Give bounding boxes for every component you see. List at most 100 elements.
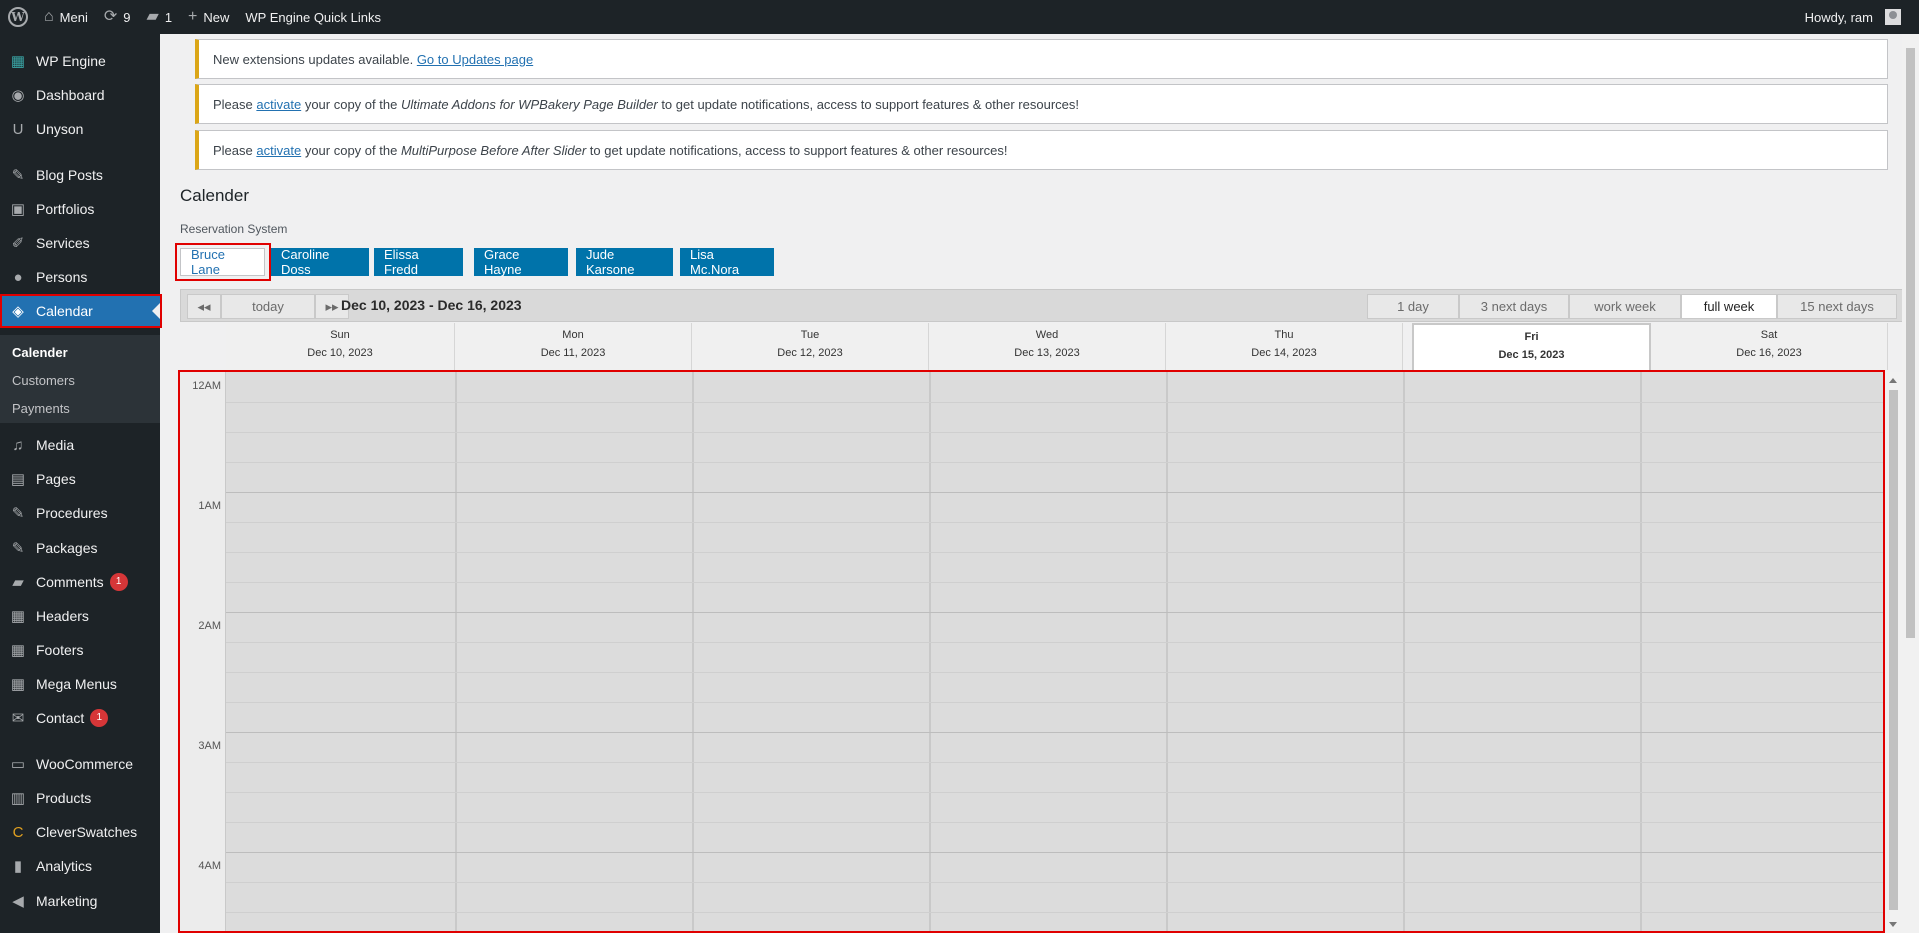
hour-label: 12AM <box>192 380 221 392</box>
day-name: Thu <box>1274 329 1294 341</box>
notice-text: to get update notifications, access to s… <box>661 96 1079 112</box>
day-divider <box>455 372 457 933</box>
view-15-next-days-button[interactable]: 15 next days <box>1777 294 1897 319</box>
wordpress-logo-icon: W <box>8 7 28 27</box>
submenu-item-payments[interactable]: Payments <box>12 401 70 416</box>
pin-icon: ✎ <box>11 167 25 184</box>
slot-line <box>226 462 1899 463</box>
menu-label: Calendar <box>36 303 93 319</box>
menu-item-footers[interactable]: ▦ Footers <box>0 633 160 667</box>
notice-text: New extensions updates available. <box>213 51 414 67</box>
menu-item-pages[interactable]: ▤ Pages <box>0 462 160 496</box>
prev-week-button[interactable]: ◂◂ <box>187 294 221 319</box>
person-button-grace-hayne[interactable]: Grace Hayne <box>474 247 568 277</box>
menu-item-dashboard[interactable]: ◉ Dashboard <box>0 78 160 112</box>
day-name: Sat <box>1760 329 1778 341</box>
menu-item-unyson[interactable]: U Unyson <box>0 112 160 146</box>
activate-link[interactable]: activate <box>256 143 301 158</box>
menu-item-cleverswatches[interactable]: C CleverSwatches <box>0 815 160 849</box>
menu-label: Pages <box>36 471 76 487</box>
comments-link[interactable]: ▰ 1 <box>139 0 181 34</box>
day-header-sat: Sat Dec 16, 2023 <box>1651 323 1888 370</box>
menu-item-persons[interactable]: ● Persons <box>0 260 160 294</box>
grid-icon: ▦ <box>10 608 26 625</box>
contact-badge: 1 <box>90 709 109 727</box>
menu-item-media[interactable]: ♫ Media <box>0 428 160 462</box>
archive-icon: ▥ <box>10 790 26 807</box>
slot-line <box>226 912 1899 913</box>
menu-item-contact[interactable]: ✉ Contact 1 <box>0 701 160 735</box>
updates-link[interactable]: ⟳ 9 <box>96 0 139 34</box>
swatch-icon: C <box>12 823 24 841</box>
menu-item-comments[interactable]: ▰ Comments 1 <box>0 565 160 599</box>
person-button-lisa-mc-nora[interactable]: Lisa Mc.Nora <box>680 247 774 277</box>
my-account-link[interactable]: Howdy, ram <box>1797 0 1919 34</box>
menu-item-calendar[interactable]: ◈ Calendar <box>0 294 160 328</box>
view-1-day-button[interactable]: 1 day <box>1367 294 1459 319</box>
calendar-time-grid[interactable]: 12AM 1AM 2AM 3AM 4AM <box>180 372 1903 933</box>
scroll-thumb[interactable] <box>1889 390 1898 910</box>
menu-item-marketing[interactable]: ◀ Marketing <box>0 884 160 918</box>
menu-item-woocommerce[interactable]: ▭ WooCommerce <box>0 747 160 781</box>
menu-item-mega-menus[interactable]: ▦ Mega Menus <box>0 667 160 701</box>
hour-line <box>226 612 1899 613</box>
submenu-item-calender[interactable]: Calender <box>12 345 68 360</box>
menu-item-procedures[interactable]: ✎ Procedures <box>0 496 160 530</box>
person-button-bruce-lane[interactable]: Bruce Lane <box>180 247 265 277</box>
menu-item-packages[interactable]: ✎ Packages <box>0 531 160 565</box>
menu-item-wp-engine[interactable]: ▦ WP Engine <box>0 44 160 78</box>
notice-text: to get update notifications, access to s… <box>589 142 1008 158</box>
scroll-down-icon[interactable] <box>1889 922 1897 927</box>
date-range-title: Dec 10, 2023 - Dec 16, 2023 <box>341 297 522 313</box>
scroll-up-icon[interactable] <box>1889 378 1897 383</box>
today-button[interactable]: today <box>221 294 315 319</box>
person-button-elissa-fredd[interactable]: Elissa Fredd <box>374 247 463 277</box>
menu-label: Comments <box>36 574 104 590</box>
tag-icon: ◈ <box>12 303 24 320</box>
go-to-updates-link[interactable]: Go to Updates page <box>417 52 533 67</box>
view-full-week-button[interactable]: full week <box>1681 294 1777 319</box>
portfolio-icon: ▣ <box>10 201 26 218</box>
day-divider <box>1403 372 1405 933</box>
day-header-wed: Wed Dec 13, 2023 <box>929 323 1166 370</box>
page-scroll-thumb[interactable] <box>1906 48 1915 638</box>
menu-label: Portfolios <box>36 201 95 217</box>
time-column: 12AM 1AM 2AM 3AM 4AM <box>180 372 226 933</box>
calendar-toolbar: ◂◂ today ▸▸ Dec 10, 2023 - Dec 16, 2023 … <box>180 289 1903 322</box>
comments-count: 1 <box>164 9 173 25</box>
view-work-week-button[interactable]: work week <box>1569 294 1681 319</box>
quick-links-link[interactable]: WP Engine Quick Links <box>237 0 389 34</box>
submenu-item-customers[interactable]: Customers <box>12 373 75 388</box>
slot-line <box>226 792 1899 793</box>
person-button-caroline-doss[interactable]: Caroline Doss <box>271 247 369 277</box>
menu-item-blog-posts[interactable]: ✎ Blog Posts <box>0 158 160 192</box>
notice-text: Please <box>213 96 253 112</box>
page-scrollbar[interactable] <box>1902 34 1919 933</box>
wordpress-logo-button[interactable]: W <box>0 0 36 34</box>
menu-item-analytics[interactable]: ▮ Analytics <box>0 849 160 883</box>
day-date: Dec 11, 2023 <box>540 347 606 359</box>
menu-label: Analytics <box>36 858 93 874</box>
calendar-scrollbar[interactable] <box>1885 372 1902 933</box>
hour-label: 2AM <box>198 620 221 632</box>
notice-text: Please <box>213 142 253 158</box>
activate-link[interactable]: activate <box>256 97 301 112</box>
site-name-link[interactable]: ⌂ Meni <box>36 0 96 34</box>
menu-item-products[interactable]: ▥ Products <box>0 781 160 815</box>
menu-label: Packages <box>36 540 98 556</box>
pages-icon: ▤ <box>10 471 26 488</box>
menu-item-headers[interactable]: ▦ Headers <box>0 599 160 633</box>
menu-label: Persons <box>36 269 88 285</box>
view-3-next-days-button[interactable]: 3 next days <box>1459 294 1569 319</box>
person-button-jude-karsone[interactable]: Jude Karsone <box>576 247 673 277</box>
menu-item-services[interactable]: ✐ Services <box>0 226 160 260</box>
woo-icon: ▭ <box>10 756 26 773</box>
menu-item-portfolios[interactable]: ▣ Portfolios <box>0 192 160 226</box>
refresh-icon: ⟳ <box>103 8 118 25</box>
menu-label: Marketing <box>36 893 98 909</box>
updates-count: 9 <box>123 9 131 25</box>
new-content-link[interactable]: + New <box>180 0 237 34</box>
day-date: Dec 16, 2023 <box>1736 347 1802 359</box>
new-label: New <box>203 9 230 25</box>
hour-label: 1AM <box>198 500 221 512</box>
